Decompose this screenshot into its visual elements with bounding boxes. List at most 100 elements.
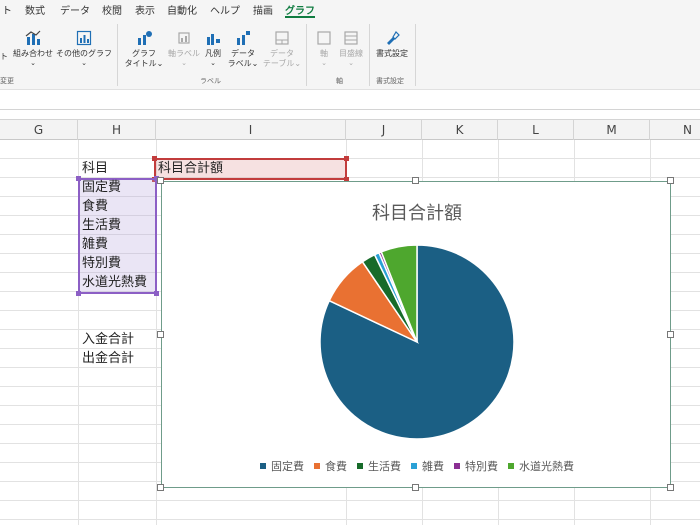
- legend-button[interactable]: 凡例 ⌄: [201, 30, 225, 67]
- group-label-labels: ラベル: [200, 77, 221, 85]
- column-header-g[interactable]: G: [0, 120, 78, 140]
- chevron-down-icon: ⌄: [321, 59, 327, 67]
- column-header-n[interactable]: N: [650, 120, 700, 140]
- chart-resize-handle[interactable]: [667, 331, 674, 338]
- cell-h7[interactable]: 水道光熱費: [80, 273, 147, 292]
- legend-swatch: [314, 463, 320, 469]
- chevron-down-icon: ⌄: [294, 59, 302, 68]
- tab-review[interactable]: 校閲: [102, 2, 122, 17]
- axes-button[interactable]: 軸 ⌄: [312, 30, 336, 67]
- cell-h6[interactable]: 特別費: [80, 254, 121, 273]
- legend-item[interactable]: 固定費: [260, 458, 304, 474]
- legend-swatch: [260, 463, 266, 469]
- data-labels-button[interactable]: データ ラベル⌄: [224, 30, 262, 69]
- gridlines-label: 目盛線: [339, 49, 363, 58]
- legend-swatch: [411, 463, 417, 469]
- group-separator: [117, 24, 118, 86]
- cell-h2[interactable]: 固定費: [80, 178, 121, 197]
- legend-label: 雑費: [422, 460, 444, 473]
- format-label: 書式設定: [376, 49, 408, 58]
- group-label-format: 書式設定: [376, 77, 404, 85]
- tab-chart[interactable]: グラフ: [285, 2, 315, 17]
- chart-resize-handle[interactable]: [157, 484, 164, 491]
- cell-h4[interactable]: 生活費: [80, 216, 121, 235]
- chart-resize-handle[interactable]: [157, 177, 164, 184]
- axis-labels-icon: [176, 30, 192, 46]
- chart-resize-handle[interactable]: [667, 177, 674, 184]
- partial-button-label: ト: [0, 52, 8, 61]
- legend-item[interactable]: 雑費: [411, 458, 444, 474]
- column-header-bar: G H I J K L M N: [0, 119, 700, 140]
- chart-resize-handle[interactable]: [157, 331, 164, 338]
- legend-label: 凡例: [205, 49, 221, 58]
- legend-label: 水道光熱費: [519, 460, 574, 473]
- range-handle[interactable]: [344, 156, 349, 161]
- format-brush-icon: [384, 30, 400, 46]
- cell-i1[interactable]: 科目合計額: [156, 159, 223, 178]
- chart-resize-handle[interactable]: [412, 484, 419, 491]
- grid-line: [0, 519, 700, 520]
- formula-bar[interactable]: [0, 90, 700, 110]
- chart-title-label-1: グラフ: [132, 49, 156, 58]
- data-table-button[interactable]: データ テーブル⌄: [262, 30, 302, 69]
- cell-h3[interactable]: 食費: [80, 197, 108, 216]
- cell-h5[interactable]: 雑費: [80, 235, 108, 254]
- legend-label: 食費: [325, 460, 347, 473]
- chart-title-button[interactable]: グラフ タイトル⌄: [124, 30, 164, 69]
- column-header-l[interactable]: L: [498, 120, 574, 140]
- tab-automate[interactable]: 自動化: [167, 2, 197, 17]
- tab-help[interactable]: ヘルプ: [210, 2, 240, 17]
- axis-labels-button[interactable]: 軸ラベル ⌄: [166, 30, 202, 67]
- legend-item[interactable]: 特別費: [454, 458, 498, 474]
- column-header-j[interactable]: J: [346, 120, 422, 140]
- chart-resize-handle[interactable]: [412, 177, 419, 184]
- chevron-down-icon: ⌄: [30, 59, 36, 67]
- ribbon: ト 組み合わせ ⌄ その他のグラフ ⌄ 変更 グラフ タイトル⌄ 軸ラベル ⌄: [0, 18, 700, 90]
- tab-partial[interactable]: ト: [2, 2, 12, 17]
- group-separator: [415, 24, 416, 86]
- column-header-m[interactable]: M: [574, 120, 650, 140]
- tab-view[interactable]: 表示: [135, 2, 155, 17]
- grid-line: [0, 500, 700, 501]
- chevron-down-icon: ⌄: [251, 59, 259, 68]
- legend-label: 生活費: [368, 460, 401, 473]
- legend-item[interactable]: 水道光熱費: [508, 458, 574, 474]
- legend-label: 特別費: [465, 460, 498, 473]
- gridlines-button[interactable]: 目盛線 ⌄: [336, 30, 366, 67]
- chart-title-icon: [136, 30, 152, 46]
- other-chart-icon: [76, 30, 92, 46]
- data-labels-label-1: データ: [231, 49, 255, 58]
- chart-legend[interactable]: 固定費 食費 生活費 雑費 特別費 水道光熱費: [162, 458, 672, 474]
- column-header-k[interactable]: K: [422, 120, 498, 140]
- combo-chart-button[interactable]: 組み合わせ ⌄: [12, 30, 54, 67]
- pie-chart[interactable]: 科目合計額 固定費 食費 生活費 雑費 特別費 水道光熱費: [161, 181, 671, 488]
- range-handle[interactable]: [154, 291, 159, 296]
- tab-draw[interactable]: 描画: [253, 2, 273, 17]
- tab-data[interactable]: データ: [60, 2, 90, 17]
- gridlines-icon: [343, 30, 359, 46]
- legend-item[interactable]: 生活費: [357, 458, 401, 474]
- column-header-h[interactable]: H: [78, 120, 156, 140]
- chevron-down-icon: ⌄: [181, 59, 187, 67]
- format-button[interactable]: 書式設定: [372, 30, 412, 59]
- chart-resize-handle[interactable]: [667, 484, 674, 491]
- cell-h11[interactable]: 出金合計: [80, 349, 134, 368]
- tab-formulas[interactable]: 数式: [25, 2, 45, 17]
- pie-plot[interactable]: [162, 182, 672, 489]
- legend-item[interactable]: 食費: [314, 458, 347, 474]
- chevron-down-icon: ⌄: [156, 59, 164, 68]
- chevron-down-icon: ⌄: [81, 59, 87, 67]
- cell-h1[interactable]: 科目: [80, 159, 108, 178]
- legend-swatch: [508, 463, 514, 469]
- legend-swatch: [454, 463, 460, 469]
- legend-swatch: [357, 463, 363, 469]
- column-header-i[interactable]: I: [156, 120, 346, 140]
- partial-button[interactable]: ト: [0, 52, 8, 62]
- group-label-change: 変更: [0, 77, 14, 85]
- cell-h10[interactable]: 入金合計: [80, 330, 134, 349]
- axis-labels-label: 軸ラベル: [168, 49, 200, 58]
- other-chart-button[interactable]: その他のグラフ ⌄: [55, 30, 113, 67]
- combo-chart-icon: [25, 30, 41, 46]
- axes-label: 軸: [320, 49, 328, 58]
- group-separator: [306, 24, 307, 86]
